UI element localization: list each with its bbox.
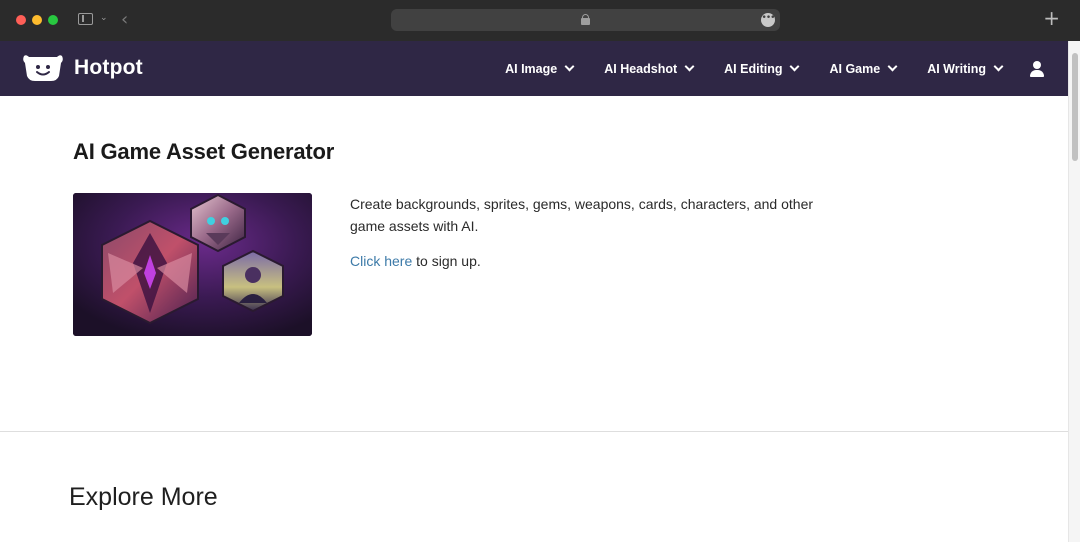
page-title: AI Game Asset Generator (73, 139, 335, 164)
sidebar-icon[interactable] (78, 13, 93, 25)
nav-item-label: AI Game (829, 61, 881, 76)
browser-toolbar: ⌄ ‹ ••• + (0, 0, 1080, 41)
chevron-down-icon (993, 61, 1004, 72)
nav-item-ai-writing[interactable]: AI Writing (927, 61, 1004, 76)
chevron-down-icon (790, 61, 800, 72)
hero-image (73, 193, 312, 336)
description-text: Create backgrounds, sprites, gems, weapo… (350, 196, 814, 234)
more-icon[interactable]: ••• (761, 13, 775, 27)
nav-item-label: AI Headshot (604, 61, 678, 76)
nav-item-label: AI Editing (724, 61, 783, 76)
site-navbar: Hotpot AI Image AI Headshot AI Editing A… (0, 41, 1068, 96)
user-account-icon[interactable] (1030, 60, 1044, 77)
chevron-down-icon (564, 61, 575, 72)
logo-text: Hotpot (74, 56, 143, 79)
close-window-icon[interactable] (16, 15, 26, 25)
nav-item-ai-editing[interactable]: AI Editing (724, 61, 800, 76)
back-arrow-icon[interactable]: ‹ (121, 9, 128, 30)
nav-item-label: AI Writing (927, 61, 986, 76)
signup-link[interactable]: Click here (350, 253, 412, 269)
page-scrollbar[interactable] (1068, 41, 1080, 542)
new-tab-plus-icon[interactable]: + (1043, 8, 1060, 28)
chevron-down-icon (684, 61, 695, 72)
zoom-window-icon[interactable] (48, 15, 58, 25)
nav-menu: AI Image AI Headshot AI Editing AI Game … (474, 41, 1044, 96)
chevron-down-icon (887, 61, 898, 72)
signup-rest-text: to sign up. (412, 253, 481, 269)
nav-item-ai-image[interactable]: AI Image (505, 61, 575, 76)
section-divider (0, 431, 1068, 432)
minimize-window-icon[interactable] (32, 15, 42, 25)
nav-item-label: AI Image (505, 61, 558, 76)
nav-item-ai-headshot[interactable]: AI Headshot (604, 61, 695, 76)
lock-icon (581, 14, 590, 25)
explore-more-heading: Explore More (69, 483, 218, 511)
game-asset-artwork (73, 193, 312, 336)
address-bar[interactable]: ••• (391, 9, 780, 31)
logo[interactable]: Hotpot (22, 54, 143, 82)
scroll-thumb[interactable] (1072, 53, 1078, 161)
signup-text: Click here to sign up. (350, 250, 481, 272)
hotpot-logo-icon (23, 55, 63, 81)
nav-item-ai-game[interactable]: AI Game (829, 61, 898, 76)
chevron-down-icon[interactable]: ⌄ (100, 13, 108, 23)
